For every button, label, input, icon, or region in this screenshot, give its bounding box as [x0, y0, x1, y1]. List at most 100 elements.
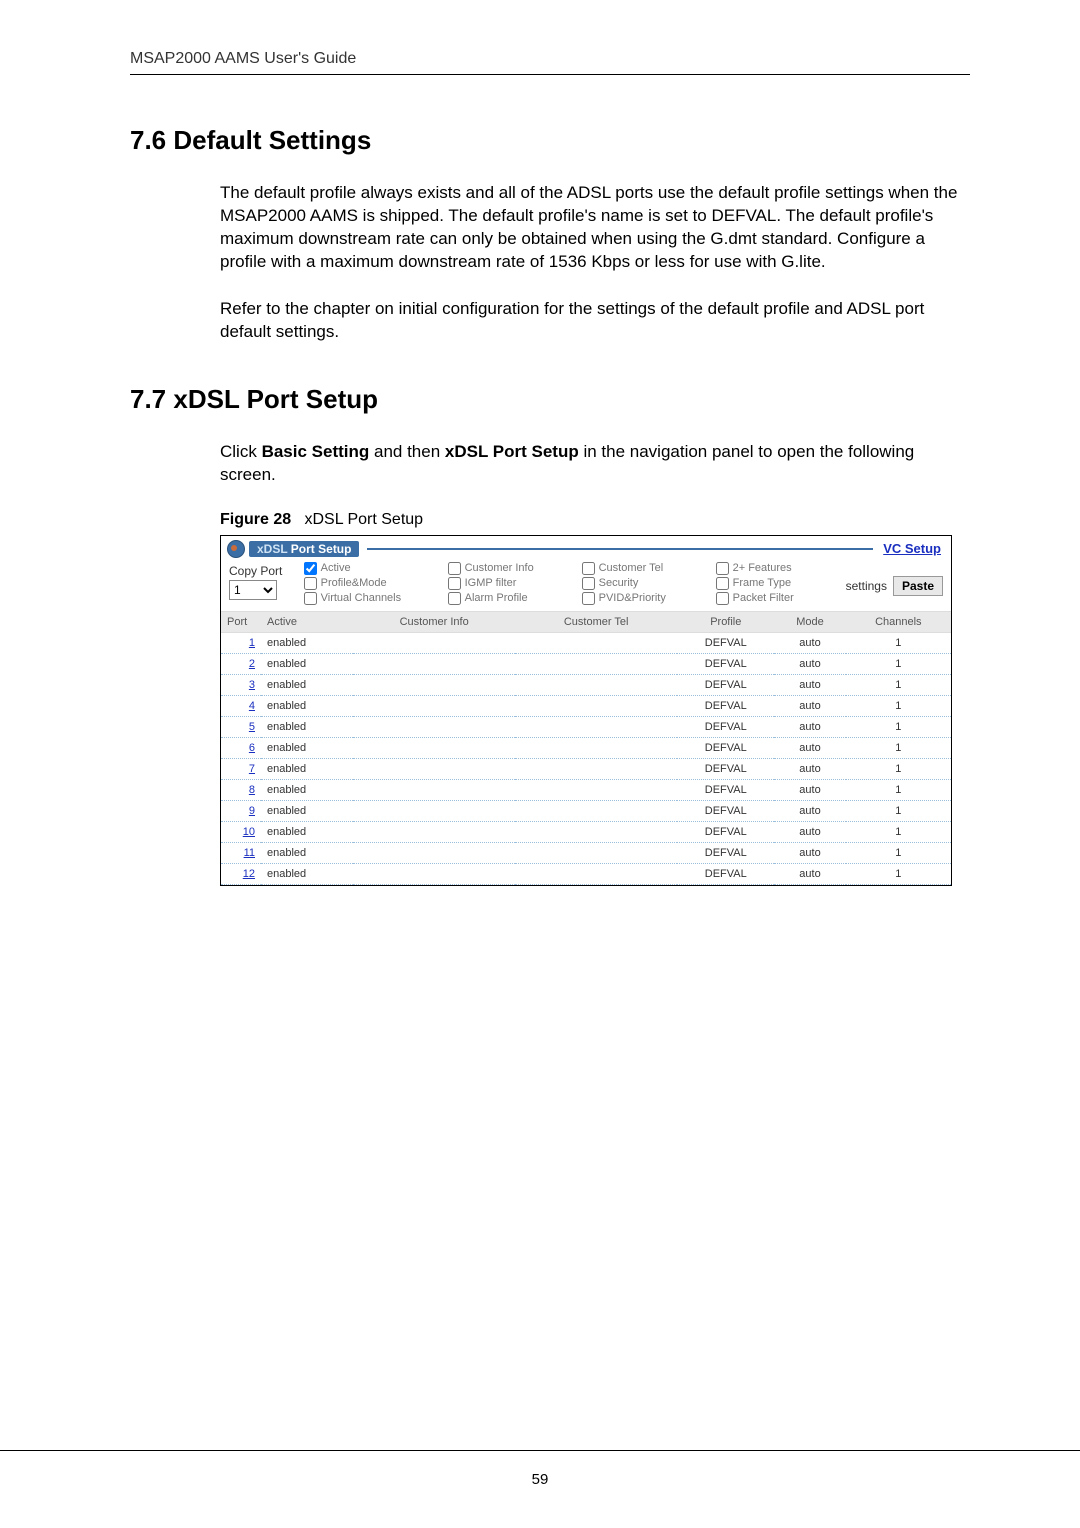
checkbox-2-features[interactable]: 2+ Features [716, 562, 836, 575]
checkbox-customer-tel[interactable]: Customer Tel [582, 562, 712, 575]
cell-channels: 1 [846, 779, 951, 800]
cell-mode: auto [774, 842, 845, 863]
panel-title: xDSL Port Setup [249, 541, 359, 557]
checkbox-packet-filter[interactable]: Packet Filter [716, 592, 836, 605]
cell-custtel [515, 695, 677, 716]
cell-active: enabled [261, 800, 353, 821]
cell-channels: 1 [846, 674, 951, 695]
checkbox-virtual-channels[interactable]: Virtual Channels [304, 592, 444, 605]
col-channels: Channels [846, 611, 951, 632]
cell-channels: 1 [846, 695, 951, 716]
col-custinfo: Customer Info [353, 611, 515, 632]
checkbox-profile-mode[interactable]: Profile&Mode [304, 577, 444, 590]
page-number: 59 [532, 1471, 549, 1488]
cell-active: enabled [261, 632, 353, 653]
cell-mode: auto [774, 863, 845, 884]
copy-port-label: Copy Port [229, 564, 294, 578]
port-link[interactable]: 11 [244, 847, 255, 859]
cell-channels: 1 [846, 737, 951, 758]
checkbox-active[interactable]: Active [304, 562, 444, 575]
port-link[interactable]: 4 [249, 700, 255, 712]
settings-label: settings [846, 579, 887, 593]
port-link[interactable]: 3 [249, 679, 255, 691]
col-custtel: Customer Tel [515, 611, 677, 632]
cell-active: enabled [261, 821, 353, 842]
port-link[interactable]: 2 [249, 658, 255, 670]
cell-active: enabled [261, 842, 353, 863]
checkbox-label: Profile&Mode [321, 577, 387, 589]
cell-channels: 1 [846, 632, 951, 653]
section-7-6-heading: 7.6 Default Settings [130, 125, 970, 156]
checkbox-input[interactable] [304, 577, 317, 590]
cell-custinfo [353, 653, 515, 674]
paste-button[interactable]: Paste [893, 576, 943, 596]
cell-profile: DEFVAL [677, 863, 774, 884]
port-link[interactable]: 1 [249, 637, 255, 649]
cell-active: enabled [261, 716, 353, 737]
port-link[interactable]: 9 [249, 805, 255, 817]
cell-custinfo [353, 632, 515, 653]
cell-custtel [515, 737, 677, 758]
col-port: Port [221, 611, 261, 632]
cell-custinfo [353, 674, 515, 695]
ports-table: Port Active Customer Info Customer Tel P… [221, 611, 951, 885]
vc-setup-link[interactable]: VC Setup [883, 541, 941, 556]
checkbox-label: Packet Filter [733, 592, 794, 604]
cell-custinfo [353, 779, 515, 800]
xdsl-port-setup-screenshot: xDSL Port Setup VC Setup Copy Port 1 Act… [220, 535, 952, 886]
port-link[interactable]: 8 [249, 784, 255, 796]
checkbox-input[interactable] [716, 592, 729, 605]
port-link[interactable]: 6 [249, 742, 255, 754]
checkbox-input[interactable] [448, 562, 461, 575]
checkbox-security[interactable]: Security [582, 577, 712, 590]
port-link[interactable]: 7 [249, 763, 255, 775]
checkbox-alarm-profile[interactable]: Alarm Profile [448, 592, 578, 605]
cell-custinfo [353, 737, 515, 758]
cell-custtel [515, 653, 677, 674]
port-link[interactable]: 10 [243, 826, 255, 838]
checkbox-input[interactable] [304, 562, 317, 575]
copy-port-select[interactable]: 1 [229, 580, 277, 600]
cell-profile: DEFVAL [677, 800, 774, 821]
cell-profile: DEFVAL [677, 779, 774, 800]
cell-mode: auto [774, 653, 845, 674]
table-row: 7enabledDEFVALauto1 [221, 758, 951, 779]
cell-channels: 1 [846, 716, 951, 737]
cell-profile: DEFVAL [677, 737, 774, 758]
cell-channels: 1 [846, 821, 951, 842]
table-row: 8enabledDEFVALauto1 [221, 779, 951, 800]
cell-channels: 1 [846, 800, 951, 821]
checkbox-input[interactable] [716, 562, 729, 575]
checkbox-input[interactable] [582, 562, 595, 575]
checkbox-input[interactable] [448, 577, 461, 590]
checkbox-customer-info[interactable]: Customer Info [448, 562, 578, 575]
cell-profile: DEFVAL [677, 653, 774, 674]
checkbox-input[interactable] [448, 592, 461, 605]
table-row: 10enabledDEFVALauto1 [221, 821, 951, 842]
cell-profile: DEFVAL [677, 674, 774, 695]
panel-bullet-icon [227, 540, 245, 558]
checkbox-input[interactable] [582, 592, 595, 605]
cell-active: enabled [261, 653, 353, 674]
cell-mode: auto [774, 800, 845, 821]
section-7-7-para-1: Click Basic Setting and then xDSL Port S… [220, 441, 970, 487]
checkbox-frame-type[interactable]: Frame Type [716, 577, 836, 590]
checkbox-input[interactable] [582, 577, 595, 590]
cell-custinfo [353, 758, 515, 779]
cell-channels: 1 [846, 842, 951, 863]
checkbox-input[interactable] [716, 577, 729, 590]
cell-profile: DEFVAL [677, 758, 774, 779]
table-row: 1enabledDEFVALauto1 [221, 632, 951, 653]
checkbox-pvid-priority[interactable]: PVID&Priority [582, 592, 712, 605]
cell-active: enabled [261, 758, 353, 779]
port-link[interactable]: 5 [249, 721, 255, 733]
checkbox-label: IGMP filter [465, 577, 517, 589]
table-row: 5 enabled DEFVALauto1 [221, 716, 951, 737]
checkbox-input[interactable] [304, 592, 317, 605]
cell-profile: DEFVAL [677, 716, 774, 737]
cell-mode: auto [774, 716, 845, 737]
port-link[interactable]: 12 [243, 868, 255, 880]
checkbox-label: Security [599, 577, 639, 589]
checkbox-igmp-filter[interactable]: IGMP filter [448, 577, 578, 590]
cell-profile: DEFVAL [677, 695, 774, 716]
